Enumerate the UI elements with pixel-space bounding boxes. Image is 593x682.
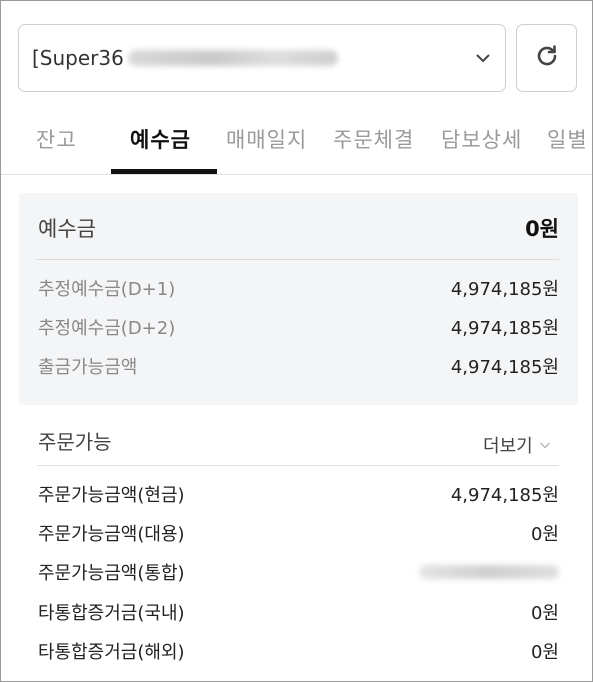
order-row-value-masked <box>419 563 559 584</box>
deposit-total: 0원 <box>525 217 559 241</box>
order-row-label: 주문가능금액(대용) <box>38 524 185 545</box>
order-row-value: 4,974,185원 <box>450 485 559 506</box>
deposit-row-value: 4,974,185원 <box>450 318 559 339</box>
tab-bar: 잔고 예수금 매매일지 주문체결 담보상세 일별 <box>1 109 592 175</box>
more-button[interactable]: 더보기 <box>483 432 551 458</box>
deposit-row-value: 4,974,185원 <box>450 357 559 378</box>
active-tab-indicator <box>111 169 217 174</box>
order-row-label: 타통합증거금(해외) <box>38 642 185 663</box>
order-row-label: 주문가능금액(현금) <box>38 485 185 506</box>
divider <box>37 465 559 466</box>
order-title: 주문가능 <box>38 430 112 454</box>
tab-trade-journal[interactable]: 매매일지 <box>226 124 307 154</box>
refresh-icon <box>534 43 560 73</box>
order-row-value: 0원 <box>530 642 559 663</box>
order-row-label: 타통합증거금(국내) <box>38 603 185 624</box>
tab-order-execution[interactable]: 주문체결 <box>333 124 414 154</box>
more-label: 더보기 <box>483 436 533 457</box>
account-name: [Super36 <box>32 46 124 70</box>
account-number-masked <box>127 50 338 66</box>
chevron-down-icon <box>475 50 491 66</box>
divider <box>37 259 559 260</box>
tab-daily[interactable]: 일별 <box>547 124 588 154</box>
app-frame: [Super36 잔고 예수금 매매일지 주문체결 담보상세 일별 예수금 0원… <box>0 0 593 682</box>
deposit-title: 예수금 <box>38 217 96 241</box>
deposit-row-label: 추정예수금(D+1) <box>38 279 176 300</box>
order-row-value: 0원 <box>530 524 559 545</box>
deposit-panel: 예수금 0원 추정예수금(D+1) 4,974,185원 추정예수금(D+2) … <box>19 193 578 405</box>
tab-balance[interactable]: 잔고 <box>36 124 77 154</box>
chevron-down-icon <box>539 439 551 451</box>
refresh-button[interactable] <box>516 24 577 92</box>
order-row-value: 0원 <box>530 603 559 624</box>
order-row-label: 주문가능금액(통합) <box>38 563 185 584</box>
tab-deposit[interactable]: 예수금 <box>130 124 191 154</box>
account-select[interactable]: [Super36 <box>18 24 506 92</box>
tab-collateral-detail[interactable]: 담보상세 <box>441 124 522 154</box>
deposit-row-value: 4,974,185원 <box>450 279 559 300</box>
deposit-row-label: 출금가능금액 <box>38 357 138 378</box>
deposit-row-label: 추정예수금(D+2) <box>38 318 176 339</box>
